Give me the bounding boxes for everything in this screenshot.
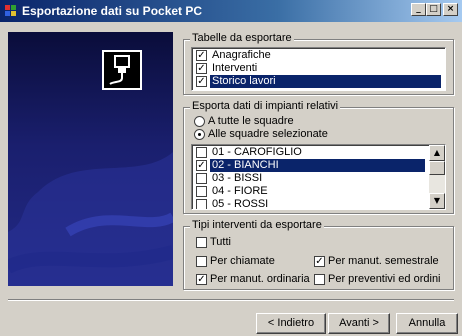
team-label: 01 - CAROFIGLIO [212, 146, 302, 158]
table-item-storico-lavori[interactable]: ✓ Storico lavori [194, 75, 443, 88]
maximize-button[interactable]: □ [426, 3, 441, 16]
team-item[interactable]: 05 - ROSSI [194, 198, 427, 210]
teams-list[interactable]: 01 - CAROFIGLIO ✓ 02 - BIANCHI 03 - BISS… [191, 144, 446, 210]
checkbox[interactable]: ✓ [196, 76, 207, 87]
checkbox[interactable] [196, 186, 207, 197]
table-item-label: Anagrafiche [212, 49, 271, 61]
radio-label: Alle squadre selezionate [208, 128, 328, 140]
team-label: 02 - BIANCHI [210, 159, 425, 172]
checkbox[interactable] [196, 199, 207, 209]
intervention-group-title: Tipi interventi da esportare [190, 219, 324, 231]
table-item-anagrafiche[interactable]: ✓ Anagrafiche [194, 49, 443, 62]
banner-artwork [8, 152, 173, 286]
radio-button[interactable] [194, 116, 205, 127]
team-item[interactable]: 01 - CAROFIGLIO [194, 146, 427, 159]
checkbox-label: Per preventivi ed ordini [328, 273, 441, 285]
checkbox[interactable] [196, 237, 207, 248]
app-icon [5, 5, 16, 16]
checkbox[interactable]: ✓ [196, 50, 207, 61]
table-item-label: Interventi [212, 62, 258, 74]
scroll-thumb[interactable] [429, 161, 445, 175]
next-button[interactable]: Avanti > [328, 313, 390, 334]
window-title: Esportazione dati su Pocket PC [22, 4, 203, 18]
table-item-interventi[interactable]: ✓ Interventi [194, 62, 443, 75]
cancel-button[interactable]: Annulla [396, 313, 458, 334]
close-button[interactable]: × [443, 3, 458, 16]
team-item[interactable]: 04 - FIORE [194, 185, 427, 198]
plants-group-title: Esporta dati di impianti relativi [190, 100, 341, 112]
checkbox[interactable] [314, 274, 325, 285]
tables-group-title: Tabelle da esportare [190, 32, 294, 44]
checkbox-label: Per manut. semestrale [328, 255, 439, 267]
team-label: 04 - FIORE [212, 185, 268, 197]
tables-list[interactable]: ✓ Anagrafiche ✓ Interventi ✓ Storico lav… [191, 47, 446, 91]
table-item-label: Storico lavori [210, 75, 441, 88]
team-label: 05 - ROSSI [212, 198, 269, 210]
radio-button[interactable] [194, 129, 205, 140]
pocket-pc-connector-icon [102, 50, 142, 90]
back-button[interactable]: < Indietro [256, 313, 326, 334]
scroll-up-icon[interactable]: ▲ [429, 145, 445, 161]
checkbox[interactable]: ✓ [196, 274, 207, 285]
plants-group: Esporta dati di impianti relativi A tutt… [183, 100, 454, 214]
radio-label: A tutte le squadre [208, 115, 294, 127]
checkbox[interactable]: ✓ [314, 256, 325, 267]
intervention-types-group: Tipi interventi da esportare Tutti Per c… [183, 219, 454, 290]
checkbox-label: Tutti [210, 236, 231, 248]
checkbox[interactable] [196, 256, 207, 267]
footer-separator [8, 299, 454, 301]
title-bar[interactable]: Esportazione dati su Pocket PC _ □ × [0, 0, 462, 22]
tables-group: Tabelle da esportare ✓ Anagrafiche ✓ Int… [183, 32, 454, 95]
checkbox-label: Per manut. ordinaria [210, 273, 310, 285]
checkbox[interactable] [196, 173, 207, 184]
teams-scrollbar[interactable]: ▲ ▼ [429, 145, 445, 209]
team-item[interactable]: ✓ 02 - BIANCHI [194, 159, 427, 172]
wizard-banner [8, 32, 173, 286]
checkbox[interactable] [196, 147, 207, 158]
team-label: 03 - BISSI [212, 172, 263, 184]
checkbox[interactable]: ✓ [196, 160, 207, 171]
scroll-down-icon[interactable]: ▼ [429, 193, 445, 209]
checkbox[interactable]: ✓ [196, 63, 207, 74]
minimize-button[interactable]: _ [411, 3, 426, 16]
team-item[interactable]: 03 - BISSI [194, 172, 427, 185]
checkbox-label: Per chiamate [210, 255, 275, 267]
